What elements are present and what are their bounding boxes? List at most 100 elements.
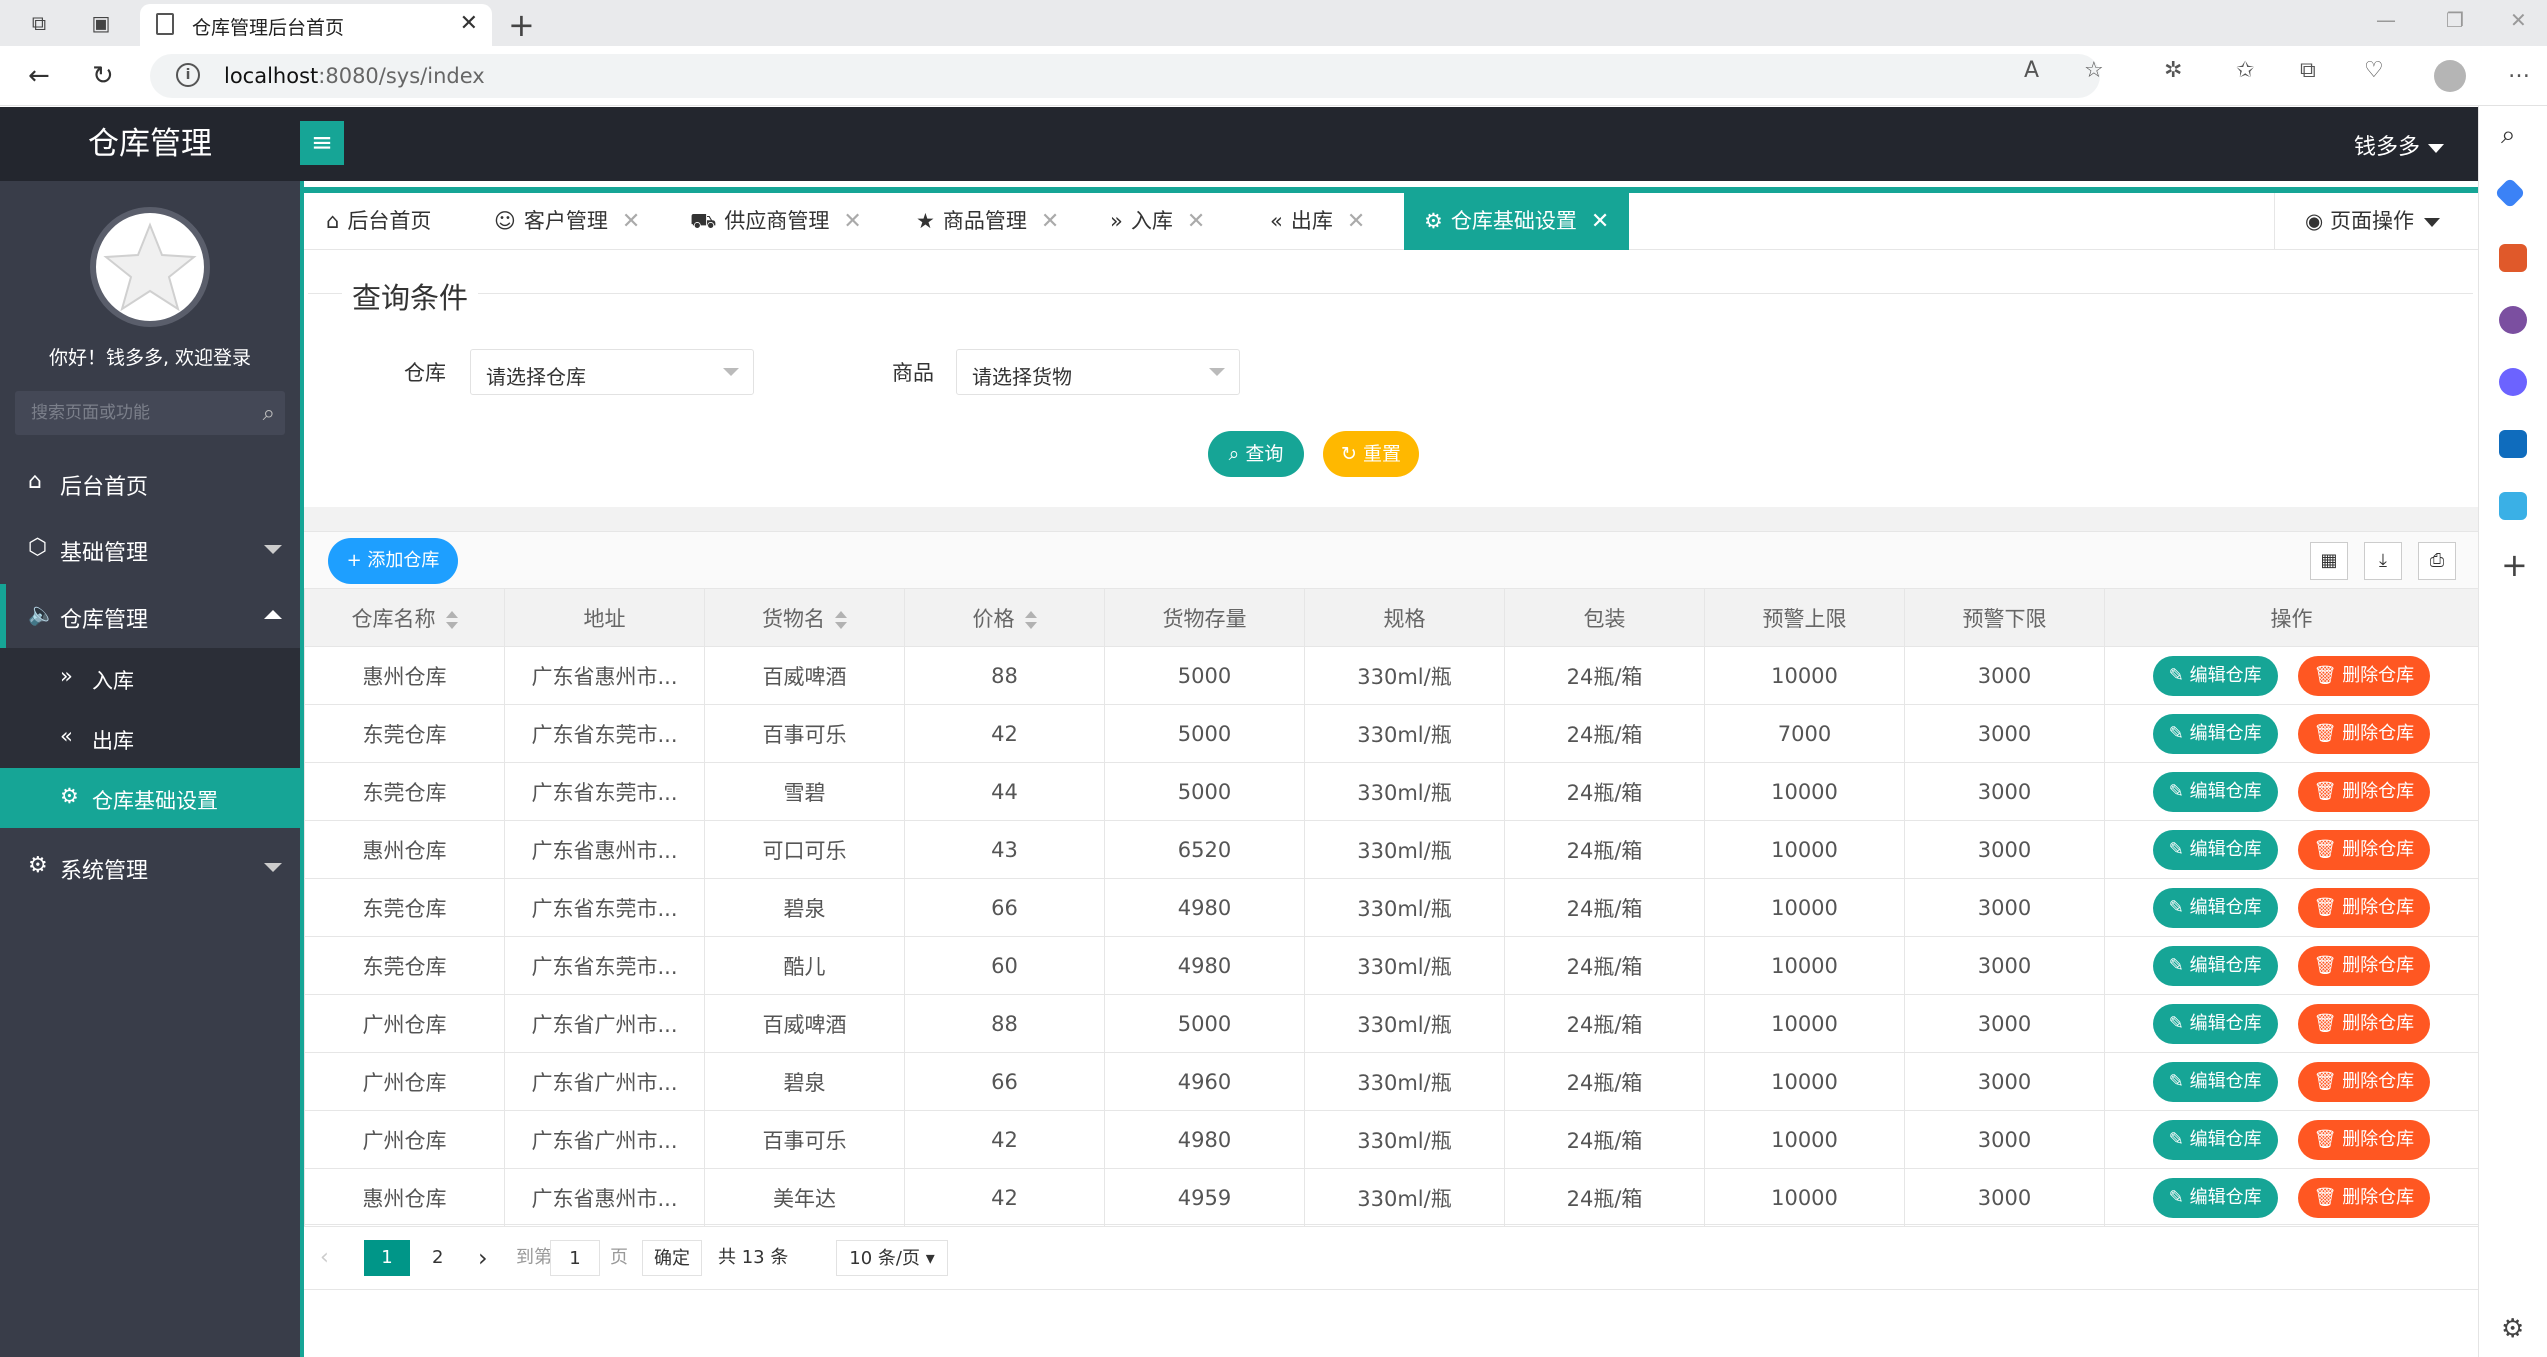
workspaces-icon[interactable]: ⧉ (26, 10, 52, 36)
tab-suppliers[interactable]: ⛟ 供应商管理 ✕ (690, 193, 862, 250)
site-info-icon[interactable]: i (176, 63, 200, 87)
delete-warehouse-button[interactable]: 🗑 删除仓库 (2297, 655, 2431, 696)
sidebar-search-input[interactable] (15, 391, 245, 435)
page-ops-dropdown[interactable]: ◉ 页面操作 (2274, 193, 2478, 250)
reset-button[interactable]: ↻ 重置 (1323, 431, 1419, 477)
search-icon[interactable]: ⌕ (263, 401, 275, 426)
close-icon[interactable]: ✕ (622, 209, 640, 234)
tab-inbound[interactable]: » 入库 ✕ (1110, 193, 1205, 250)
new-tab-icon[interactable]: + (508, 6, 535, 44)
export-icon[interactable]: ⤓ (2364, 542, 2402, 580)
favorites-icon[interactable]: ✩ (2236, 58, 2254, 83)
sidebar-item-basic[interactable]: ⬡ 基础管理 (0, 517, 300, 581)
settings-gear-icon[interactable]: ⚙ (2501, 1314, 2524, 1344)
delete-warehouse-button[interactable]: 🗑 删除仓库 (2297, 887, 2431, 928)
tab-outbound[interactable]: « 出库 ✕ (1270, 193, 1365, 250)
sort-icon[interactable] (445, 610, 458, 629)
close-tab-icon[interactable]: ✕ (460, 11, 478, 36)
column-header[interactable]: 仓库名称 (304, 588, 505, 647)
goods-select[interactable]: 请选择货物 (956, 349, 1240, 395)
delete-warehouse-button[interactable]: 🗑 删除仓库 (2297, 945, 2431, 986)
delete-warehouse-button[interactable]: 🗑 删除仓库 (2297, 1003, 2431, 1044)
close-icon[interactable]: ✕ (1347, 209, 1365, 234)
sidebar-item-inbound[interactable]: » 入库 (0, 648, 300, 708)
print-icon[interactable]: ⎙ (2418, 542, 2456, 580)
add-icon[interactable]: + (2501, 546, 2528, 584)
page-current[interactable]: 1 (364, 1240, 410, 1276)
edit-warehouse-button[interactable]: ✎ 编辑仓库 (2152, 713, 2278, 754)
extensions-icon[interactable]: ✲ (2164, 58, 2182, 83)
delete-warehouse-button[interactable]: 🗑 删除仓库 (2297, 1177, 2431, 1218)
user-menu[interactable]: 钱多多 (2354, 129, 2444, 161)
add-warehouse-button[interactable]: + 添加仓库 (328, 538, 458, 584)
menu-toggle-button[interactable]: ≡ (300, 121, 344, 165)
sidebar-item-system[interactable]: ⚙ 系统管理 (0, 835, 300, 899)
close-window-icon[interactable]: ✕ (2510, 8, 2527, 32)
games-icon[interactable] (2499, 306, 2527, 334)
more-icon[interactable]: … (2508, 58, 2530, 83)
page-2[interactable]: 2 (432, 1240, 443, 1276)
table-cell: 3000 (1904, 762, 2105, 821)
search-icon[interactable]: ⌕ (2501, 120, 2516, 151)
warehouse-select[interactable]: 请选择仓库 (470, 349, 754, 395)
edit-warehouse-button[interactable]: ✎ 编辑仓库 (2152, 771, 2278, 812)
edit-warehouse-button[interactable]: ✎ 编辑仓库 (2152, 655, 2278, 696)
sidebar-item-warehouse-settings[interactable]: ⚙ 仓库基础设置 (0, 768, 300, 828)
delete-warehouse-button[interactable]: 🗑 删除仓库 (2297, 1061, 2431, 1102)
tab-warehouse-settings[interactable]: ⚙ 仓库基础设置 ✕ (1404, 193, 1630, 250)
outlook-icon[interactable] (2499, 430, 2527, 458)
search-button[interactable]: ⌕ 查询 (1208, 431, 1304, 477)
minimize-icon[interactable]: — (2376, 8, 2396, 32)
page-size-select[interactable]: 10 条/页 ▾ (836, 1240, 948, 1276)
sidebar-item-home[interactable]: ⌂ 后台首页 (0, 451, 300, 515)
columns-filter-icon[interactable]: ▦ (2310, 542, 2348, 580)
prev-page-icon[interactable]: ‹ (320, 1240, 329, 1276)
close-icon[interactable]: ✕ (1041, 209, 1059, 234)
address-bar[interactable]: i localhost:8080/sys/index (150, 54, 2100, 98)
sort-icon[interactable] (1024, 610, 1037, 629)
delete-warehouse-button[interactable]: 🗑 删除仓库 (2297, 1119, 2431, 1160)
logo: 仓库管理 (88, 126, 212, 162)
collections-icon[interactable]: ⧉ (2300, 58, 2316, 83)
tab-actions-icon[interactable]: ▣ (88, 10, 114, 36)
shopping-icon[interactable] (2494, 177, 2526, 209)
close-icon[interactable]: ✕ (1187, 209, 1205, 234)
tab-customers[interactable]: ☺ 客户管理 ✕ (494, 193, 640, 250)
goto-confirm-button[interactable]: 确定 (642, 1240, 702, 1276)
table-row: 广州仓库 广东省广州市... 百事可乐 42 4980 330ml/瓶 24瓶/箱 10000… (304, 1110, 2479, 1169)
delete-warehouse-button[interactable]: 🗑 删除仓库 (2297, 829, 2431, 870)
column-header: 地址 (504, 588, 705, 647)
browser-tab[interactable]: 仓库管理后台首页 ✕ (140, 4, 492, 46)
next-page-icon[interactable]: › (478, 1240, 488, 1276)
tools-icon[interactable] (2499, 244, 2527, 272)
profile-avatar-icon[interactable] (2434, 60, 2466, 92)
table-cell: 24瓶/箱 (1504, 936, 1705, 995)
close-icon[interactable]: ✕ (1591, 209, 1609, 234)
edit-warehouse-button[interactable]: ✎ 编辑仓库 (2152, 1177, 2278, 1218)
edit-warehouse-button[interactable]: ✎ 编辑仓库 (2152, 1003, 2278, 1044)
column-header[interactable]: 货物名 (704, 588, 905, 647)
sidebar-item-outbound[interactable]: « 出库 (0, 708, 300, 768)
sort-icon[interactable] (835, 610, 847, 629)
edit-warehouse-button[interactable]: ✎ 编辑仓库 (2152, 887, 2278, 928)
delete-warehouse-button[interactable]: 🗑 删除仓库 (2297, 713, 2431, 754)
copilot-icon[interactable] (2499, 368, 2527, 396)
goto-page-input[interactable]: 1 (550, 1240, 600, 1276)
send-icon[interactable] (2499, 492, 2527, 520)
sidebar-item-warehouse[interactable]: 🔈 仓库管理 (0, 584, 300, 648)
tab-products[interactable]: ★ 商品管理 ✕ (916, 193, 1059, 250)
edit-warehouse-button[interactable]: ✎ 编辑仓库 (2152, 1119, 2278, 1160)
back-icon[interactable]: ← (28, 61, 50, 91)
read-aloud-icon[interactable]: A (2024, 58, 2039, 83)
refresh-icon[interactable]: ↻ (92, 61, 114, 91)
tab-home[interactable]: ⌂ 后台首页 (326, 193, 431, 250)
column-header[interactable]: 价格 (904, 588, 1105, 647)
edit-warehouse-button[interactable]: ✎ 编辑仓库 (2152, 829, 2278, 870)
favorite-star-icon[interactable]: ☆ (2084, 58, 2104, 83)
edit-warehouse-button[interactable]: ✎ 编辑仓库 (2152, 1061, 2278, 1102)
close-icon[interactable]: ✕ (843, 209, 861, 234)
delete-warehouse-button[interactable]: 🗑 删除仓库 (2297, 771, 2431, 812)
edit-warehouse-button[interactable]: ✎ 编辑仓库 (2152, 945, 2278, 986)
health-icon[interactable]: ♡ (2364, 58, 2384, 83)
restore-icon[interactable]: ❐ (2446, 8, 2464, 32)
